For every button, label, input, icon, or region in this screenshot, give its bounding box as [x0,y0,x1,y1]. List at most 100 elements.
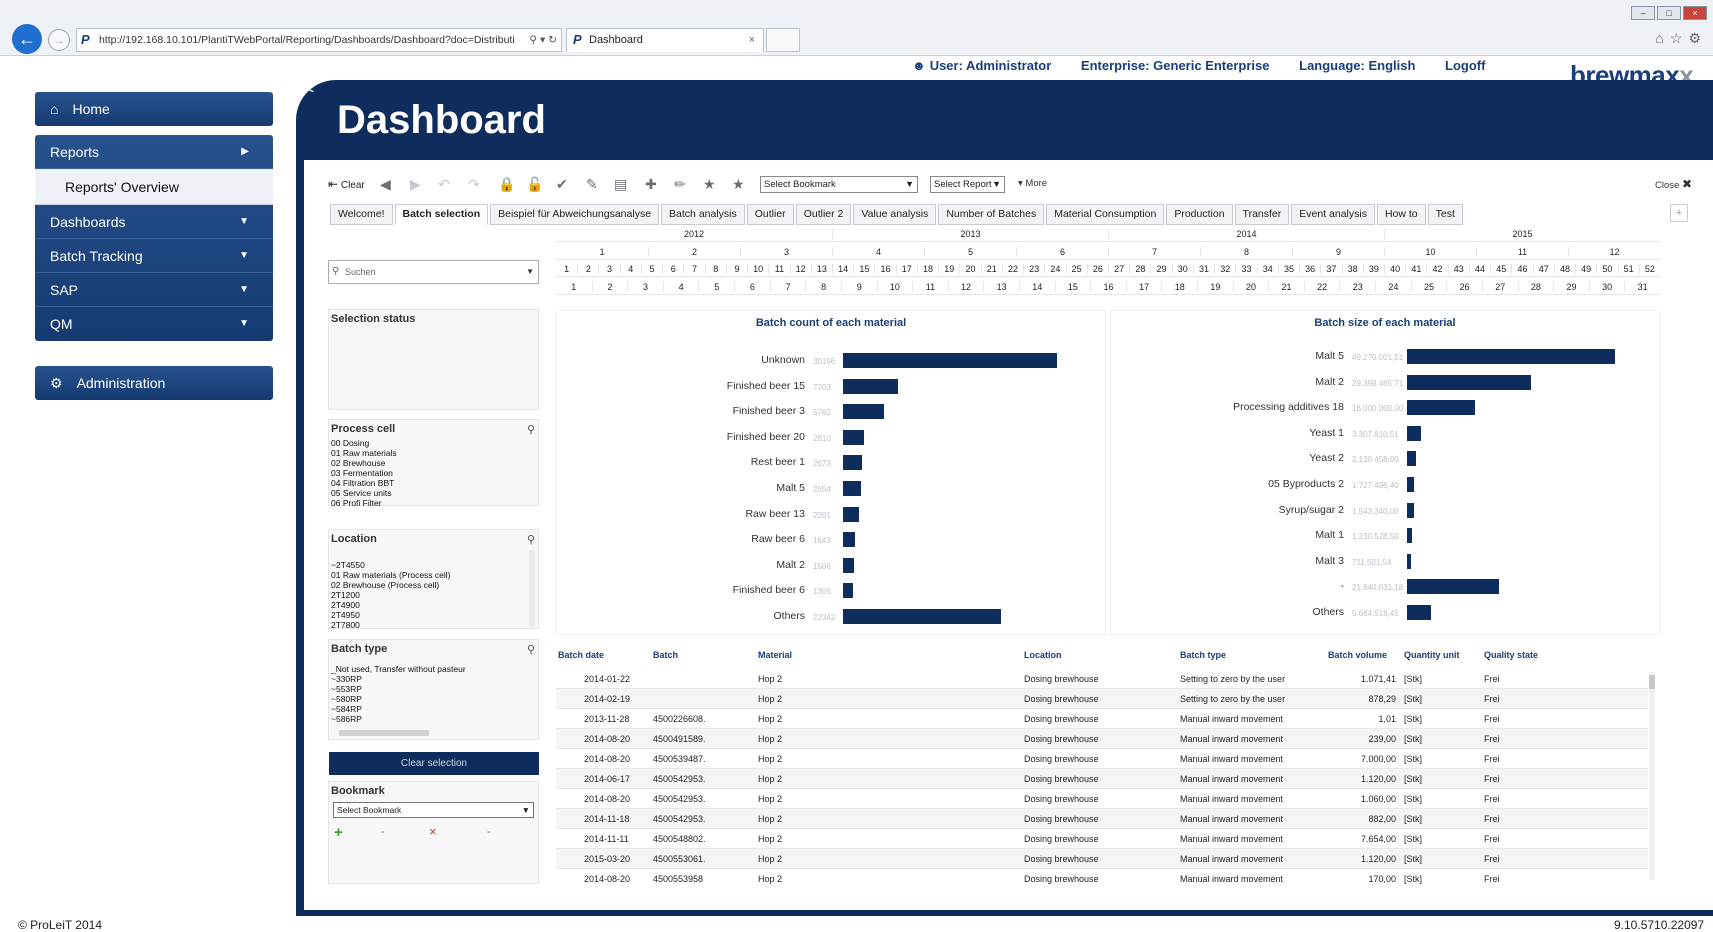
bar[interactable] [1407,400,1475,416]
bar[interactable] [843,532,855,548]
timeline-day[interactable]: 7 [769,282,806,292]
bar[interactable] [843,609,1002,624]
timeline-week[interactable]: 9 [725,264,747,274]
timeline-week[interactable]: 36 [1299,264,1320,274]
process-cell-item[interactable]: 03 Fermentation [331,468,538,478]
timeline-week[interactable]: 51 [1617,264,1639,274]
table-row[interactable]: 2014-08-20 4500553958 Hop 2 Dosing brewhous… [556,869,1648,888]
tab-outlier-2[interactable]: Outlier 2 [795,204,852,225]
bar[interactable] [843,583,853,599]
location-item[interactable]: 2T4900 [331,600,538,610]
bar[interactable] [843,378,898,394]
timeline-day[interactable]: 14 [1018,282,1055,292]
clear-button[interactable]: ⇤ Clear [328,176,365,194]
tab-test[interactable]: Test [1427,204,1463,225]
timeline-day[interactable]: 25 [1410,282,1447,292]
add-bookmark-icon[interactable]: + [334,824,343,841]
bar[interactable] [843,506,859,522]
timeline-week[interactable]: 48 [1553,264,1575,274]
bar[interactable] [1407,349,1615,364]
settings-gear-icon[interactable]: ⚙ [1688,30,1707,46]
home-icon[interactable]: ⌂ [1655,30,1669,46]
forward-icon[interactable]: ▶ [410,176,421,192]
minimize-icon[interactable]: – [1631,6,1655,20]
table-header[interactable]: Batch volume [1328,650,1387,660]
timeline-month[interactable]: 6 [1016,247,1108,257]
address-bar[interactable]: P http://192.168.10.101/PlantiTWebPortal… [76,28,562,52]
back-icon[interactable]: ◀ [380,176,391,192]
timeline-month[interactable]: 11 [1476,247,1568,257]
timeline-day[interactable]: 4 [662,282,699,292]
timeline-week[interactable]: 1 [556,264,577,274]
table-header[interactable]: Quality state [1484,650,1538,660]
location-scrollbar[interactable] [529,550,535,626]
select-report-dropdown[interactable]: Select Report ▼ [930,176,1005,193]
timeline-week[interactable]: 34 [1256,264,1278,274]
timeline-weeks[interactable]: 1 2 3 4 5 6 7 8 9 10 11 12 13 14 15 16 17 18 19 20 21 22 23 24 2… [556,264,1660,277]
timeline-month[interactable]: 1 [556,247,648,257]
timeline-week[interactable]: 20 [959,264,980,274]
bar[interactable] [843,455,862,471]
bookmark-add-icon[interactable]: ★ [732,176,745,192]
batch-type-item[interactable]: _Not used, Transfer without pasteur [331,664,538,674]
timeline-month[interactable]: 7 [1108,247,1200,257]
timeline-week[interactable]: 15 [853,264,874,274]
lock-icon[interactable]: 🔒 [498,176,515,192]
timeline-day[interactable]: 20 [1232,282,1269,292]
timeline-week[interactable]: 35 [1277,264,1299,274]
new-tab-button[interactable] [766,28,800,52]
bar[interactable] [1407,528,1413,544]
timeline-week[interactable]: 27 [1108,264,1129,274]
timeline-month[interactable]: 4 [832,247,924,257]
timeline-month[interactable]: 8 [1200,247,1292,257]
timeline-year[interactable]: 2012 [556,229,832,239]
timeline-week[interactable]: 30 [1171,264,1193,274]
process-cell-item[interactable]: 00 Dosing [331,438,538,448]
unlock-icon[interactable]: 🔓 [526,176,543,192]
batch-type-item[interactable]: ~586RP [331,714,538,724]
timeline-week[interactable]: 45 [1490,264,1511,274]
timeline-years[interactable]: 2012 2013 2014 2015 [556,229,1660,242]
bar[interactable] [1407,477,1415,492]
timeline-day[interactable]: 21 [1268,282,1304,292]
table-scrollbar[interactable] [1649,672,1655,880]
timeline-month[interactable]: 9 [1292,247,1384,257]
timeline-day[interactable]: 16 [1090,282,1126,292]
language-link[interactable]: Language: English [1299,58,1415,73]
table-header[interactable]: Batch type [1180,650,1226,660]
batch-type-item[interactable]: ~553RP [331,684,538,694]
timeline-week[interactable]: 22 [1001,264,1023,274]
timeline-week[interactable]: 39 [1362,264,1384,274]
tab-production[interactable]: Production [1166,204,1233,225]
close-dashboard-button[interactable]: Close ✖ [1655,176,1692,194]
table-row[interactable]: 2014-08-20 4500491589. Hop 2 Dosing brewhou… [556,729,1648,749]
timeline-week[interactable]: 23 [1023,264,1044,274]
table-header[interactable]: Batch [653,650,678,660]
process-cell-item[interactable]: 04 Filtration BBT [331,478,538,488]
tab-abweichungsanalyse[interactable]: Beispiel für Abweichungsanalyse [490,204,660,225]
process-cell-item[interactable]: 01 Raw materials [331,448,538,458]
user-link[interactable]: ☻ User: Administrator [912,58,1051,73]
nav-qm[interactable]: QM ▼ [35,307,273,341]
browser-tab[interactable]: P Dashboard × [566,28,764,52]
batch-type-hscrollbar[interactable] [339,730,429,736]
timeline-day[interactable]: 23 [1339,282,1375,292]
timeline-week[interactable]: 26 [1086,264,1108,274]
table-row[interactable]: 2014-02-19 Hop 2 Dosing brewhouse Setting t… [556,689,1648,709]
browser-toolbar-icons[interactable]: ⌂☆⚙ [1655,30,1707,47]
timeline-week[interactable]: 19 [938,264,959,274]
timeline-day[interactable]: 28 [1517,282,1554,292]
nav-sap[interactable]: SAP ▼ [35,273,273,307]
location-item[interactable]: 02 Brewhouse (Process cell) [331,580,538,590]
timeline-days[interactable]: 1 2 3 4 5 6 7 8 9 10 11 12 13 14 15 16 17 18 19 20 21 22 23 24 2… [556,282,1660,295]
table-header[interactable]: Material [758,650,792,660]
timeline-day[interactable]: 3 [627,282,663,292]
process-cell-item[interactable]: 02 Brewhouse [331,458,538,468]
nav-reports-overview[interactable]: Reports' Overview [35,169,273,205]
timeline-week[interactable]: 6 [662,264,683,274]
search-icon[interactable]: ⚲ [527,423,535,436]
tab-material-consumption[interactable]: Material Consumption [1046,204,1165,225]
location-item[interactable]: 01 Raw materials (Process cell) [331,570,538,580]
timeline-day[interactable]: 13 [983,282,1019,292]
table-header[interactable]: Batch date [558,650,604,660]
